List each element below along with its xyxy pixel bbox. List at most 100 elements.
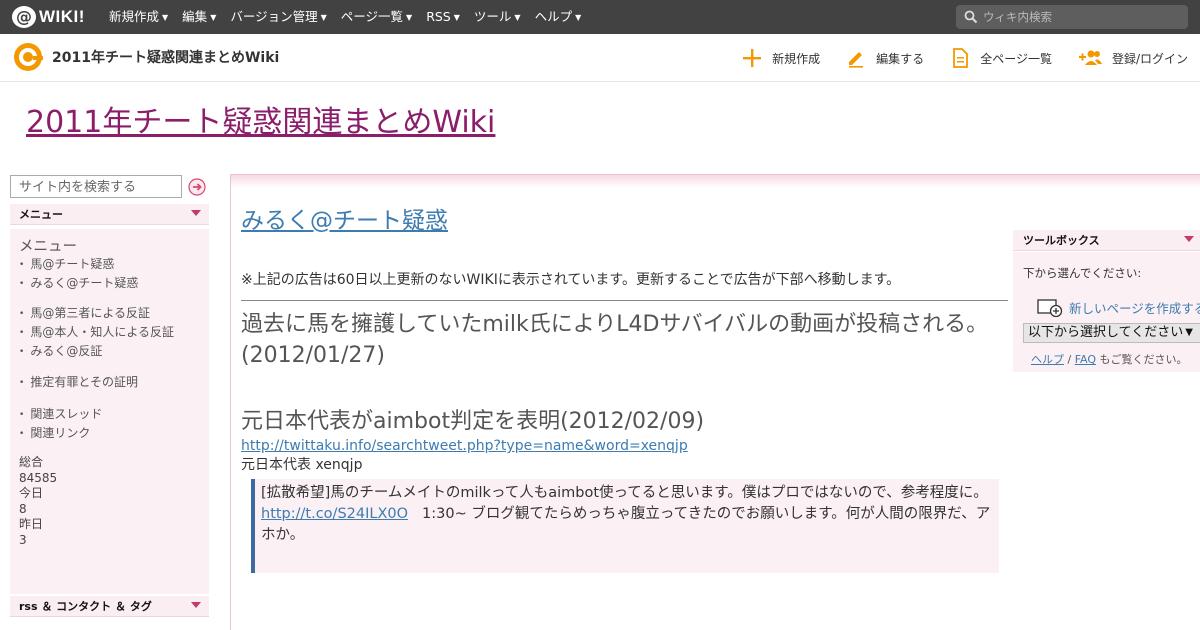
collapse-triangle-icon[interactable] [1184, 236, 1194, 242]
sidebar-item-milk-rebuttal[interactable]: みるく@反証 [19, 342, 174, 361]
plus-icon [743, 49, 762, 67]
caret-down-icon: ▼ [210, 13, 217, 22]
section-heading-milk-video: 過去に馬を擁護していたmilk氏によりL4Dサバイバルの動画が投稿される。(20… [241, 312, 989, 368]
caret-down-icon: ▼ [320, 13, 327, 22]
nav-tools[interactable]: ツール ▼ [474, 0, 521, 34]
counter-yesterday: 3 [19, 532, 27, 547]
search-go-icon[interactable] [188, 178, 206, 196]
menu-group-4: 関連スレッド 関連リンク [19, 405, 102, 443]
login-label: 登録/ログイン [1111, 51, 1188, 66]
nav-version-label: バージョン管理 [230, 9, 318, 24]
nav-new[interactable]: 新規作成 ▼ [109, 0, 168, 34]
former-rep-label: 元日本代表 xenqjp [241, 457, 363, 473]
nav-tools-label: ツール [473, 9, 512, 24]
sidebar-item-presumed-guilt[interactable]: 推定有罪とその証明 [19, 373, 138, 392]
sidebar-item-links[interactable]: 関連リンク [19, 424, 102, 443]
tco-link[interactable]: http://t.co/S24ILX0O [261, 506, 408, 522]
toolbox-prompt: 下から選んでください: [1023, 266, 1142, 280]
menu-title: メニュー [19, 239, 77, 255]
site-search-input[interactable] [11, 177, 181, 198]
sidebar-item-uma-third-party[interactable]: 馬@第三者による反証 [19, 304, 174, 323]
header-actions: 新規作成 編集する 全ページ一覧 登録/ログイン [716, 46, 1188, 70]
create-page-link[interactable]: 新しいページを作成する [1037, 297, 1200, 317]
nav-edit[interactable]: 編集 ▼ [182, 0, 216, 34]
quote-line-2: http://t.co/S24ILX0O 1:30~ ブログ観てたらめっちゃ腹立っ… [261, 504, 993, 546]
counter-today-label: 今日 [19, 486, 44, 500]
ad-notice: ※上記の広告は60日以上更新のないWIKIに表示されています。更新することで広告… [241, 272, 901, 288]
help-link[interactable]: ヘルプ [1031, 353, 1064, 366]
toolbox-header[interactable]: ツールボックス [1013, 230, 1200, 251]
sidebar-menu: メニュー 馬@チート疑惑 みるく@チート疑惑 馬@第三者による反証 馬@本人・知… [10, 229, 209, 594]
edit-label: 編集する [876, 51, 925, 66]
main-left-border [230, 174, 231, 630]
caret-down-icon: ▼ [406, 13, 413, 22]
logo-text: WIKI! [39, 7, 85, 26]
wiki-header-bar: 2011年チート疑惑関連まとめWiki 新規作成 編集する 全ページ一覧 登録/… [0, 34, 1200, 82]
sidebar-item-threads[interactable]: 関連スレッド [19, 405, 102, 424]
toolbox-header-label: ツールボックス [1023, 234, 1100, 247]
page-title[interactable]: みるく@チート疑惑 [241, 205, 448, 237]
tweet-quote: [拡散希望]馬のチームメイトのmilkって人もaimbot使ってると思います。僕… [251, 479, 999, 573]
nav-rss[interactable]: RSS ▼ [426, 0, 460, 34]
login-button[interactable]: 登録/ログイン [1078, 48, 1188, 68]
logo-at-icon: @ [12, 6, 36, 28]
nav-pages-label: ページ一覧 [340, 9, 404, 24]
nav-pages[interactable]: ページ一覧 ▼ [341, 0, 412, 34]
nav-help[interactable]: ヘルプ ▼ [535, 0, 582, 34]
quote-text-1: [拡散希望]馬のチームメイトのmilkって人もaimbot使ってると思います。僕… [261, 485, 988, 501]
caret-down-icon: ▼ [575, 13, 582, 22]
nav-help-label: ヘルプ [534, 9, 573, 24]
tool-select[interactable]: 以下から選択してください ▼ [1023, 323, 1200, 343]
dropdown-arrow-icon: ▼ [1185, 327, 1193, 338]
global-nav: 新規作成 ▼ 編集 ▼ バージョン管理 ▼ ページ一覧 ▼ RSS ▼ ツール ▼ ヘルプ ▼ [109, 0, 595, 34]
nav-version[interactable]: バージョン管理 ▼ [230, 0, 326, 34]
tool-select-value: 以下から選択してください [1028, 325, 1184, 340]
pencil-icon [849, 52, 864, 68]
site-title-link[interactable]: 2011年チート疑惑関連まとめWiki [26, 104, 495, 142]
help-separator: / [1064, 353, 1075, 366]
faq-link[interactable]: FAQ [1075, 353, 1096, 366]
sidebar-item-milk-cheat[interactable]: みるく@チート疑惑 [19, 274, 138, 293]
new-page-icon [1037, 299, 1063, 317]
access-counter: 総合 84585 今日 8 昨日 3 [19, 455, 57, 548]
help-suffix: もご覧ください。 [1096, 353, 1188, 366]
menu-group-3: 推定有罪とその証明 [19, 373, 138, 392]
wiki-logo-icon[interactable] [12, 42, 44, 72]
nav-new-label: 新規作成 [109, 9, 160, 24]
all-pages-label: 全ページ一覧 [980, 51, 1052, 66]
document-icon [953, 48, 969, 68]
collapse-triangle-icon[interactable] [191, 602, 201, 608]
divider [241, 300, 1008, 301]
caret-down-icon: ▼ [162, 13, 169, 22]
nav-rss-label: RSS [426, 9, 451, 24]
counter-yesterday-label: 昨日 [19, 517, 44, 531]
caret-down-icon: ▼ [453, 13, 460, 22]
counter-today: 8 [19, 501, 27, 516]
nav-edit-label: 編集 [182, 9, 208, 24]
sidebar-item-uma-cheat[interactable]: 馬@チート疑惑 [19, 255, 138, 274]
menu-header[interactable]: メニュー [10, 204, 209, 225]
new-page-label: 新規作成 [772, 51, 821, 66]
toolbox: 下から選んでください: 新しいページを作成する 以下から選択してください ▼ ヘ… [1013, 252, 1200, 372]
counter-total: 84585 [19, 470, 58, 485]
wiki-search-input[interactable] [983, 10, 1173, 24]
all-pages-button[interactable]: 全ページ一覧 [950, 48, 1052, 68]
sidebar-item-uma-self[interactable]: 馬@本人・知人による反証 [19, 323, 174, 342]
new-page-button[interactable]: 新規作成 [742, 48, 820, 68]
toolbox-help: ヘルプ / FAQ もご覧ください。 [1031, 351, 1188, 367]
collapse-triangle-icon[interactable] [191, 210, 201, 216]
search-icon[interactable] [964, 10, 978, 24]
add-user-icon [1078, 50, 1102, 65]
wiki-name[interactable]: 2011年チート疑惑関連まとめWiki [52, 49, 279, 67]
menu-group-1: 馬@チート疑惑 みるく@チート疑惑 [19, 255, 138, 293]
caret-down-icon: ▼ [514, 13, 521, 22]
counter-total-label: 総合 [19, 455, 44, 469]
twittaku-link[interactable]: http://twittaku.info/searchtweet.php?typ… [241, 437, 688, 455]
site-search-box [10, 175, 182, 198]
rss-contact-tag-header[interactable]: rss ＆ コンタクト ＆ タグ [10, 596, 209, 617]
edit-button[interactable]: 編集する [846, 48, 924, 68]
menu-header-label: メニュー [19, 208, 63, 221]
section-heading-aimbot: 元日本代表がaimbot判定を表明(2012/02/09) [241, 409, 705, 434]
atwiki-logo[interactable]: @ WIKI! [12, 6, 85, 28]
rss-contact-tag-label: rss ＆ コンタクト ＆ タグ [19, 600, 152, 613]
